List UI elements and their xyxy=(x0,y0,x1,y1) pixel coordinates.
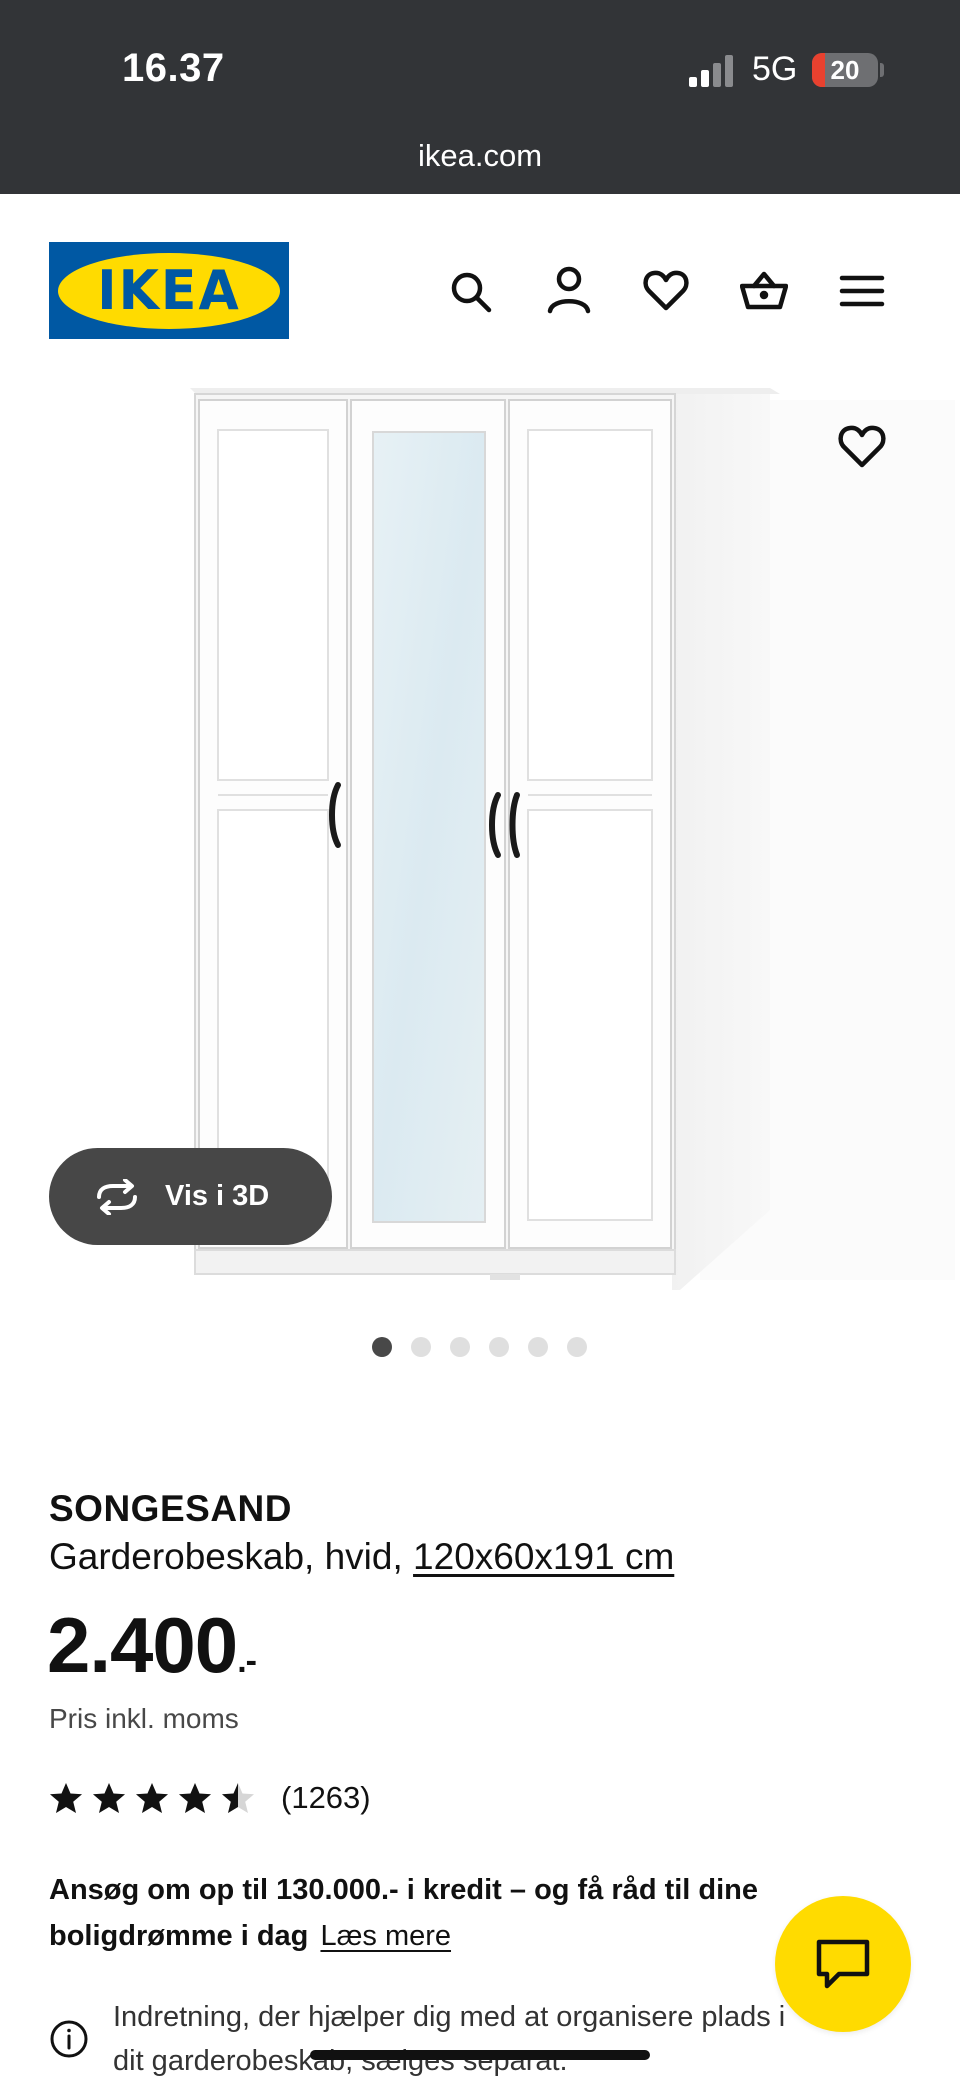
basket-button[interactable] xyxy=(739,262,789,318)
chat-icon xyxy=(816,1939,870,1989)
status-bar: 16.37 5G 20 ikea.com xyxy=(0,0,960,194)
pagination-dot[interactable] xyxy=(411,1337,431,1357)
product-description: Garderobeskab, hvid, 120x60x191 cm xyxy=(49,1536,674,1578)
menu-button[interactable] xyxy=(838,262,886,318)
logo-text: IKEA xyxy=(97,259,241,322)
network-type: 5G xyxy=(752,50,798,88)
info-icon xyxy=(50,2020,88,2058)
info-line-1: Indretning, der hjælper dig med at organ… xyxy=(113,2001,786,2033)
product-price: 2.400.- xyxy=(47,1600,257,1691)
product-page: 16.37 5G 20 ikea.com IKEA Vis i 3D SONGE… xyxy=(0,0,960,2081)
price-main: 2.400 xyxy=(47,1601,238,1689)
pagination-dot[interactable] xyxy=(567,1337,587,1357)
basket-icon xyxy=(739,271,789,310)
star-icon xyxy=(50,1783,82,1813)
pagination-dot[interactable] xyxy=(528,1337,548,1357)
signal-icon xyxy=(689,55,733,87)
product-name: SONGESAND xyxy=(49,1488,292,1529)
ikea-logo[interactable]: IKEA xyxy=(49,242,289,339)
credit-offer: Ansøg om op til 130.000.- i kredit – og … xyxy=(49,1867,829,1959)
star-icon xyxy=(222,1783,254,1813)
search-icon xyxy=(451,272,492,313)
rotate-3d-icon xyxy=(97,1178,137,1215)
info-line-2: dit garderobeskab, sælges separat. xyxy=(113,2045,568,2077)
account-icon xyxy=(547,266,591,314)
credit-read-more-link[interactable]: Læs mere xyxy=(320,1920,451,1952)
view-3d-button[interactable]: Vis i 3D xyxy=(49,1148,332,1245)
status-time: 16.37 xyxy=(122,46,225,90)
star-icon xyxy=(93,1783,125,1813)
browser-url[interactable]: ikea.com xyxy=(0,138,960,174)
product-size-link[interactable]: 120x60x191 cm xyxy=(413,1536,674,1577)
price-note: Pris inkl. moms xyxy=(49,1703,239,1734)
battery-level: 20 xyxy=(830,54,860,85)
menu-icon xyxy=(839,275,885,307)
search-button[interactable] xyxy=(447,262,495,318)
product-rating[interactable]: (1263) xyxy=(49,1780,371,1816)
rating-count: (1263) xyxy=(281,1780,371,1815)
account-button[interactable] xyxy=(545,262,593,318)
info-notice: Indretning, der hjælper dig med at organ… xyxy=(49,1995,869,2081)
logo-oval: IKEA xyxy=(58,252,280,329)
rating-stars xyxy=(49,1782,255,1814)
battery-icon: 20 xyxy=(812,53,878,87)
save-favorite-button[interactable] xyxy=(836,420,888,472)
star-icon xyxy=(179,1783,211,1813)
battery-tip xyxy=(880,63,884,77)
pagination-dot[interactable] xyxy=(372,1337,392,1357)
price-suffix: .- xyxy=(237,1642,257,1680)
pagination-dot[interactable] xyxy=(450,1337,470,1357)
favorites-button[interactable] xyxy=(642,262,690,318)
view-3d-label: Vis i 3D xyxy=(165,1180,270,1212)
chat-button[interactable] xyxy=(775,1896,911,2032)
image-pagination xyxy=(372,1337,587,1357)
info-notice-text: Indretning, der hjælper dig med at organ… xyxy=(113,1995,785,2081)
home-indicator xyxy=(310,2050,650,2060)
star-icon xyxy=(136,1783,168,1813)
product-type: Garderobeskab, hvid, xyxy=(49,1536,403,1577)
heart-icon xyxy=(838,425,886,468)
pagination-dot[interactable] xyxy=(489,1337,509,1357)
heart-icon xyxy=(643,270,689,311)
